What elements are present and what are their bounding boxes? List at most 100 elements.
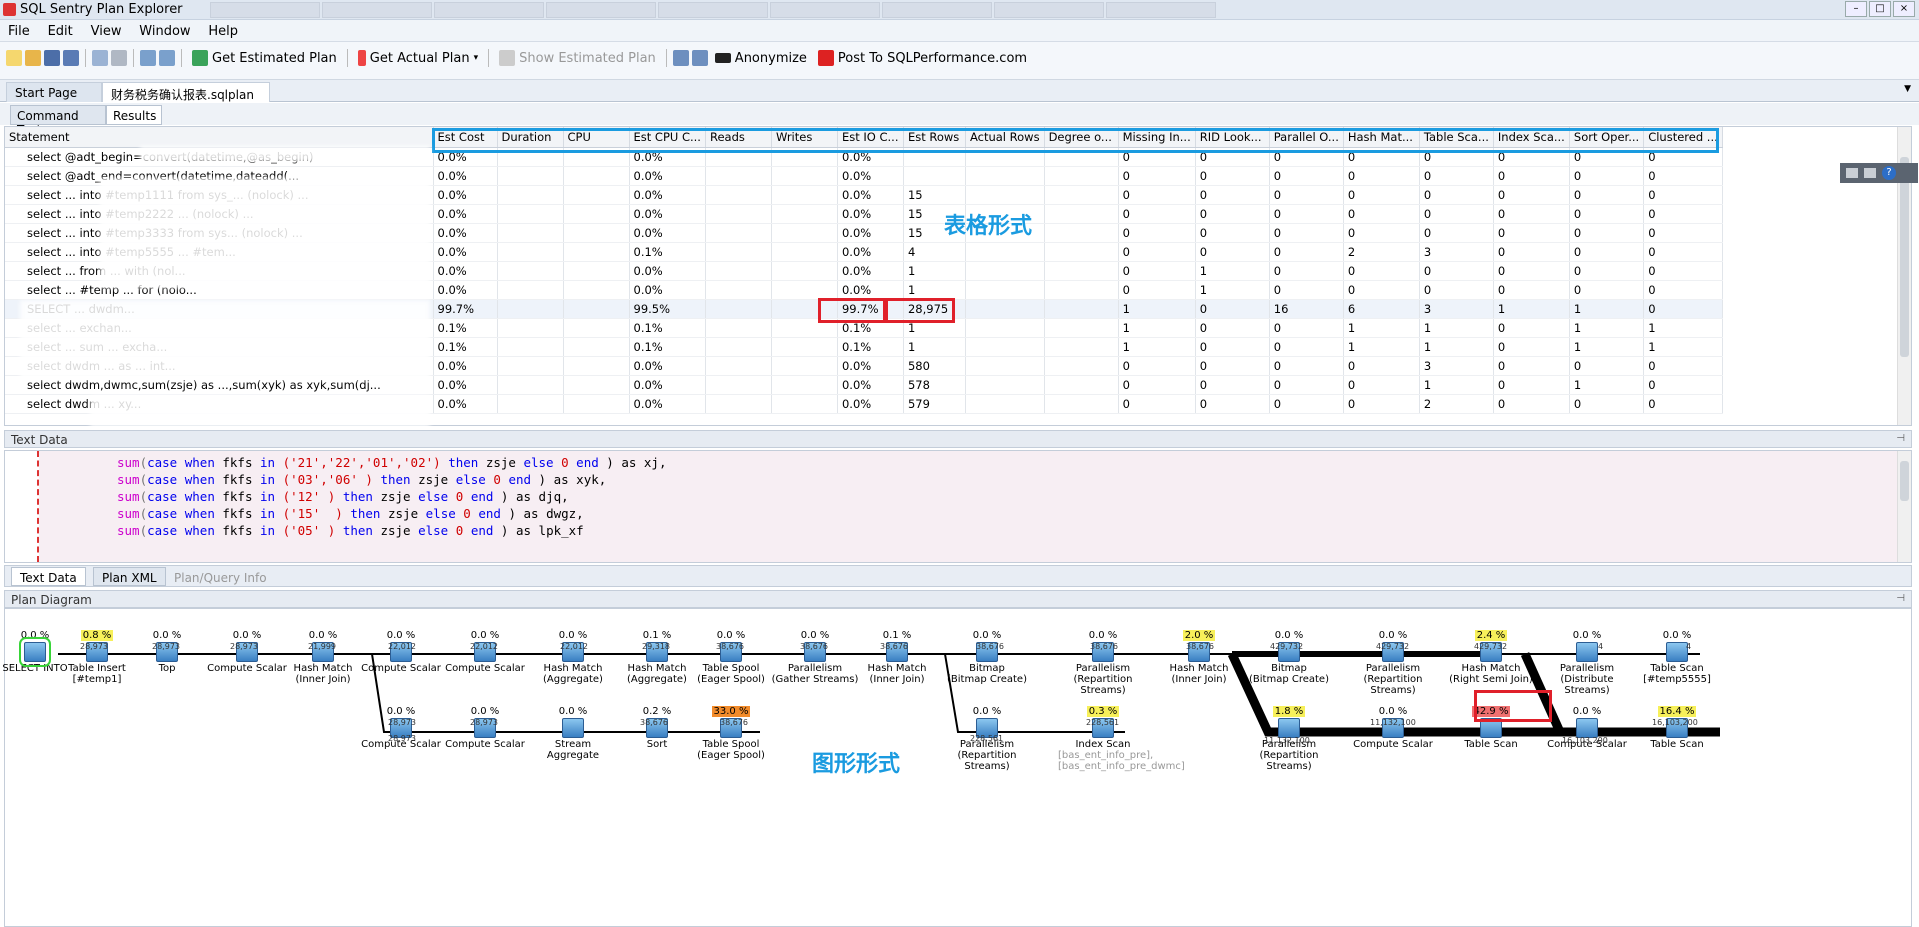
annotation-graph-form: 图形形式 [812,752,901,777]
operator-detail: (Distribute Streams) [1560,674,1614,696]
operator-name: Index Scan [1075,739,1131,750]
operator-cost: 42.9 % [1471,706,1511,717]
row-count-label: 28,973 [152,642,180,651]
operator-cost: 0.0 % [1088,630,1118,641]
operator-name: Hash Match [867,663,927,674]
row-count-label: 21,999 [308,642,336,651]
plan-operator[interactable]: 2.4 % Hash Match (Right Semi Join) [1446,630,1536,685]
row-count-label: 38,676 [1186,642,1214,651]
operator-name: Table Scan [1650,739,1704,750]
operator-name: Hash Match [1169,663,1229,674]
operator-cost: 0.0 % [152,630,182,641]
operator-name: Bitmap [969,663,1005,674]
plan-operator[interactable]: 42.9 % Table Scan [1446,706,1536,750]
plan-operator[interactable]: 16.4 % Table Scan [1632,706,1722,750]
operator-cost: 16.4 % [1657,706,1697,717]
operator-cost: 0.0 % [972,706,1002,717]
plan-operator[interactable]: 0.0 % Top [122,630,212,674]
operator-icon [1278,718,1300,738]
operator-cost: 33.0 % [711,706,751,717]
operator-name: Top [158,663,176,674]
plan-operator[interactable]: 0.3 % Index Scan [bas_ent_info_pre],[bas_e… [1058,706,1185,772]
row-count-label: 38,676 [880,642,908,651]
row-count-label: 28,973 [80,642,108,651]
operator-detail: (Inner Join) [1171,674,1227,685]
plan-operator[interactable]: 0.0 % Parallelism (Repartition Streams) [1348,630,1438,696]
operator-name: Hash Match [293,663,353,674]
row-count-label: 29,318 [642,642,670,651]
operator-name: Bitmap [1271,663,1307,674]
row-count-label: 228,561 [970,734,1004,743]
plan-operator[interactable]: 0.0 % Parallelism (Distribute Streams) [1542,630,1632,696]
operator-cost: 0.0 % [1572,706,1602,717]
row-count-label: 4 [1598,642,1604,651]
operator-detail: [#temp5555] [1643,674,1711,685]
plan-operator[interactable]: 0.0 % Table Scan [#temp5555] [1632,630,1722,685]
operator-cost: 0.0 % [308,630,338,641]
operator-icon [1576,718,1598,738]
row-count-label: 28,973 [470,718,498,727]
operator-cost: 1.8 % [1272,706,1306,717]
row-count-label: 22,012 [388,642,416,651]
operator-cost: 0.0 % [1274,630,1304,641]
operator-detail: [bas_ent_info_pre],[bas_ent_info_pre_dwm… [1058,750,1185,772]
row-count-label: 38,676 [720,718,748,727]
operator-cost: 2.4 % [1474,630,1508,641]
row-count-label: 16,103,200 [1652,718,1698,727]
operator-detail: (Bitmap Create) [947,674,1027,685]
operator-detail: (Gather Streams) [771,674,859,685]
row-count-label: 28,973 [230,642,258,651]
plan-operator[interactable]: 0.0 % Parallelism (Repartition Streams) [1058,630,1148,696]
plan-operator[interactable]: 0.0 % Bitmap (Bitmap Create) [942,630,1032,685]
plan-operator[interactable]: 0.0 % Hash Match (Inner Join) [278,630,368,685]
operator-cost: 0.0 % [1572,630,1602,641]
operator-icon [1480,718,1502,738]
row-count-label: 38,676 [976,642,1004,651]
operator-detail: [#temp1] [72,674,122,685]
operator-detail: (Eager Spool) [697,674,765,685]
operator-detail: (Inner Join) [295,674,351,685]
plan-operator[interactable]: 0.0 % Compute Scalar [440,706,530,750]
operator-icon [562,718,584,738]
operator-name: Compute Scalar [1353,739,1433,750]
operator-cost: 0.0 % [558,706,588,717]
operator-detail: (Bitmap Create) [1249,674,1329,685]
operator-cost: 0.0 % [1378,706,1408,717]
plan-operator[interactable]: 0.0 % Hash Match (Aggregate) [528,630,618,685]
operator-cost: 0.0 % [470,706,500,717]
plan-operator[interactable]: 2.0 % Hash Match (Inner Join) [1154,630,1244,685]
plan-operator[interactable]: 0.0 % Compute Scalar [440,630,530,674]
operator-name: Table Scan [1650,663,1704,674]
operator-icon [1666,642,1688,662]
row-count-label: 429,732 [1376,642,1410,651]
plan-operator[interactable]: 0.0 % Parallelism (Gather Streams) [770,630,860,685]
operator-icon [1576,642,1598,662]
plan-operator[interactable]: 0.0 % Stream Aggregate [528,706,618,761]
row-count-label: 16,103,200 [1562,736,1608,745]
operator-cost: 0.0 % [386,630,416,641]
operator-cost: 0.0 % [1378,630,1408,641]
operator-cost: 0.0 % [716,630,746,641]
plan-connectors [58,651,1720,737]
plan-operator[interactable]: 0.0 % Compute Scalar [356,706,446,750]
operator-cost: 0.0 % [972,630,1002,641]
plan-operator[interactable]: 0.0 % Compute Scalar [1348,706,1438,750]
row-count-label: 228,561 [1086,718,1120,727]
row-count-label: 38,676 [640,718,668,727]
operator-detail: (Aggregate) [543,674,603,685]
operator-name: Compute Scalar [445,739,525,750]
plan-operator[interactable]: 0.1 % Hash Match (Inner Join) [852,630,942,685]
operator-detail: (Repartition Streams) [957,750,1017,772]
row-count-label: 429,732 [1270,642,1304,651]
row-count-label: 11,132,100 [1370,718,1416,727]
plan-operator[interactable]: 33.0 % Table Spool (Eager Spool) [686,706,776,761]
plan-operator[interactable]: 0.0 % Compute Scalar [356,630,446,674]
operator-cost: 0.0 % [20,630,50,641]
operator-detail: (Repartition Streams) [1259,750,1319,772]
operator-name: Parallelism [1075,663,1131,674]
operator-cost: 0.0 % [386,706,416,717]
operator-name: Table Spool [702,739,760,750]
plan-operator[interactable]: 0.0 % Table Spool (Eager Spool) [686,630,776,685]
plan-operator[interactable]: 0.0 % Bitmap (Bitmap Create) [1244,630,1334,685]
operator-name: Compute Scalar [361,663,441,674]
